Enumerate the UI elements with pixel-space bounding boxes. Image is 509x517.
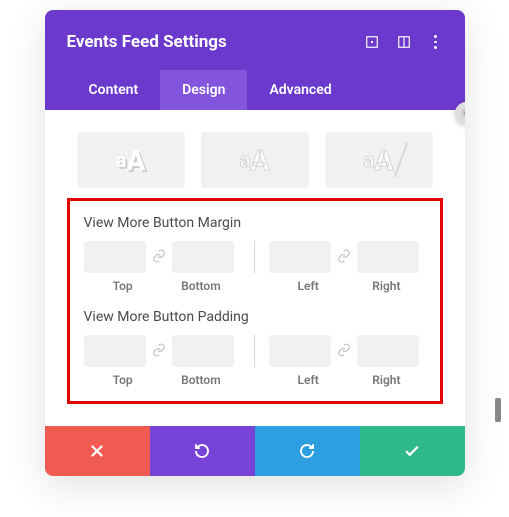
tab-content[interactable]: Content (67, 70, 161, 110)
redo-button[interactable] (255, 426, 360, 476)
panel-title: Events Feed Settings (67, 32, 227, 52)
padding-left-label: Left (269, 373, 347, 387)
margin-right-label: Right (347, 279, 425, 293)
link-icon[interactable] (152, 342, 166, 361)
text-style-italic[interactable]: aA (325, 132, 433, 188)
margin-bottom-input[interactable] (172, 241, 234, 273)
tab-design[interactable]: Design (160, 70, 247, 110)
padding-right-input[interactable] (357, 335, 419, 367)
link-icon[interactable] (152, 248, 166, 267)
margin-top-label: Top (84, 279, 162, 293)
margin-controls: Top Bottom Left Right (84, 241, 426, 293)
padding-top-input[interactable] (84, 335, 146, 367)
header-top: Events Feed Settings (67, 32, 443, 70)
header-controls (365, 35, 443, 49)
padding-bottom-label: Bottom (162, 373, 240, 387)
save-button[interactable] (360, 426, 465, 476)
divider (254, 335, 255, 367)
panel-header: Events Feed Settings Content Design Adva… (45, 10, 465, 110)
padding-bottom-input[interactable] (172, 335, 234, 367)
margin-left-input[interactable] (269, 241, 331, 273)
padding-label: View More Button Padding (84, 309, 426, 325)
panel-body: aA aA aA View More Button Margin Top Bot… (45, 110, 465, 426)
highlighted-section: View More Button Margin Top Bottom (67, 198, 443, 404)
margin-right-input[interactable] (357, 241, 419, 273)
tab-advanced[interactable]: Advanced (247, 70, 353, 110)
margin-top-input[interactable] (84, 241, 146, 273)
margin-left-label: Left (269, 279, 347, 293)
settings-panel: Events Feed Settings Content Design Adva… (45, 10, 465, 476)
margin-label: View More Button Margin (84, 215, 426, 231)
text-style-shadow[interactable]: aA (77, 132, 185, 188)
padding-controls: Top Bottom Left Right (84, 335, 426, 387)
undo-button[interactable] (150, 426, 255, 476)
padding-right-label: Right (347, 373, 425, 387)
resize-handle[interactable] (495, 398, 501, 422)
padding-top-label: Top (84, 373, 162, 387)
tabs: Content Design Advanced (67, 70, 443, 110)
expand-icon[interactable] (365, 35, 379, 49)
text-style-options: aA aA aA (67, 132, 443, 188)
padding-left-input[interactable] (269, 335, 331, 367)
snap-icon[interactable] (397, 35, 411, 49)
more-icon[interactable] (429, 35, 443, 49)
divider (254, 241, 255, 273)
footer-actions (45, 426, 465, 476)
close-button[interactable] (45, 426, 150, 476)
link-icon[interactable] (337, 248, 351, 267)
text-style-outline[interactable]: aA (201, 132, 309, 188)
link-icon[interactable] (337, 342, 351, 361)
margin-bottom-label: Bottom (162, 279, 240, 293)
